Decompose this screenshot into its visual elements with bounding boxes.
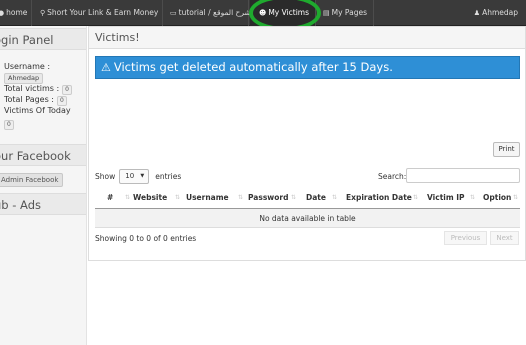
table-header-row: # ⇅ Website ⇅ Username ⇅ Password ⇅ Date…: [95, 187, 520, 209]
victims-today-row: 0: [4, 119, 14, 130]
select-caret-icon: ▼: [140, 173, 145, 179]
search-input[interactable]: [406, 168, 520, 183]
victims-today-badge: 0: [4, 120, 14, 130]
nav-short-link-label: Short Your Link & Earn Money: [47, 8, 159, 17]
sort-icon: ⇅: [332, 194, 338, 201]
warning-icon: ⚠: [101, 61, 111, 74]
nav-my-pages[interactable]: ▤ My Pages: [316, 0, 374, 26]
nav-home[interactable]: ● home: [0, 0, 32, 26]
sort-icon: ⇅: [470, 194, 476, 201]
total-pages-row: Total Pages :0: [4, 95, 67, 106]
nav-short-link[interactable]: ⚲ Short Your Link & Earn Money: [33, 0, 163, 26]
next-button[interactable]: Next: [490, 231, 519, 245]
admin-facebook-button[interactable]: Admin Facebook: [0, 173, 64, 187]
col-number[interactable]: #: [107, 187, 113, 209]
entries-select[interactable]: 10 ▼: [119, 169, 150, 184]
info-alert: ⚠ Victims get deleted automatically after…: [95, 56, 520, 79]
sort-icon: ⇅: [413, 194, 419, 201]
ads-heading: ub - Ads: [0, 193, 86, 215]
nav-tutorial-label: tutorial / شرح الموقع: [178, 8, 251, 17]
sort-icon: ⇅: [291, 194, 297, 201]
search-label: Search:: [378, 172, 407, 181]
col-password[interactable]: Password: [248, 187, 288, 209]
facebook-heading: our Facebook: [0, 144, 86, 166]
previous-button[interactable]: Previous: [444, 231, 487, 245]
total-victims-row: Total victims :0: [4, 84, 72, 95]
nav-my-pages-label: My Pages: [331, 8, 367, 17]
victims-table: # ⇅ Website ⇅ Username ⇅ Password ⇅ Date…: [95, 187, 520, 228]
users-icon: ☻: [259, 9, 267, 17]
col-victim-ip[interactable]: Victim IP: [427, 187, 465, 209]
total-victims-badge: 0: [62, 85, 72, 95]
user-icon: ♟: [473, 9, 481, 17]
nav-user-menu[interactable]: ♟ Ahmedap: [474, 0, 518, 26]
entries-length-control: Show 10 ▼ entries: [95, 169, 181, 184]
file-icon: ▤: [323, 9, 330, 17]
col-date[interactable]: Date: [306, 187, 326, 209]
link-icon: ⚲: [40, 9, 46, 17]
nav-my-victims[interactable]: ☻ My Victims: [250, 0, 316, 26]
victims-panel: Victims! ⚠ Victims get deleted automatica…: [88, 26, 526, 261]
col-username[interactable]: Username: [186, 187, 229, 209]
nav-tutorial[interactable]: ▭ tutorial / شرح الموقع: [163, 0, 251, 26]
empty-table-row: No data available in table: [95, 209, 520, 228]
total-pages-badge: 0: [57, 96, 67, 106]
home-icon: ●: [0, 9, 5, 17]
total-victims-label: Total victims :: [4, 84, 60, 93]
sort-icon: ⇅: [175, 194, 181, 201]
victims-today-label: Victims Of Today: [4, 106, 71, 115]
col-option[interactable]: Option: [483, 187, 511, 209]
sidebar: ogin Panel Username : Ahmedap Total vict…: [0, 26, 87, 345]
entries-select-value: 10: [125, 172, 135, 180]
table-info: Showing 0 to 0 of 0 entries: [95, 234, 197, 243]
print-button[interactable]: Print: [493, 142, 520, 157]
show-label: Show: [95, 172, 116, 181]
alert-text: Victims get deleted automatically after …: [113, 60, 393, 74]
page-title: Victims!: [89, 27, 525, 49]
col-website[interactable]: Website: [133, 187, 167, 209]
col-expiration-date[interactable]: Expiration Date: [346, 187, 412, 209]
username-label: Username :: [4, 62, 51, 71]
nav-my-victims-label: My Victims: [268, 8, 310, 17]
sort-icon: ⇅: [125, 194, 131, 201]
video-icon: ▭: [170, 9, 177, 17]
username-chip: Ahmedap: [4, 73, 44, 84]
nav-home-label: home: [6, 8, 28, 17]
total-pages-label: Total Pages :: [4, 95, 54, 104]
nav-username: Ahmedap: [482, 8, 518, 17]
sort-icon: ⇅: [513, 194, 519, 201]
login-panel-heading: ogin Panel: [0, 28, 86, 50]
entries-label: entries: [155, 172, 182, 181]
username-value: Ahmedap: [4, 73, 44, 84]
sort-icon: ⇅: [238, 194, 244, 201]
top-navbar: ● home ⚲ Short Your Link & Earn Money ▭ tut…: [0, 0, 526, 26]
